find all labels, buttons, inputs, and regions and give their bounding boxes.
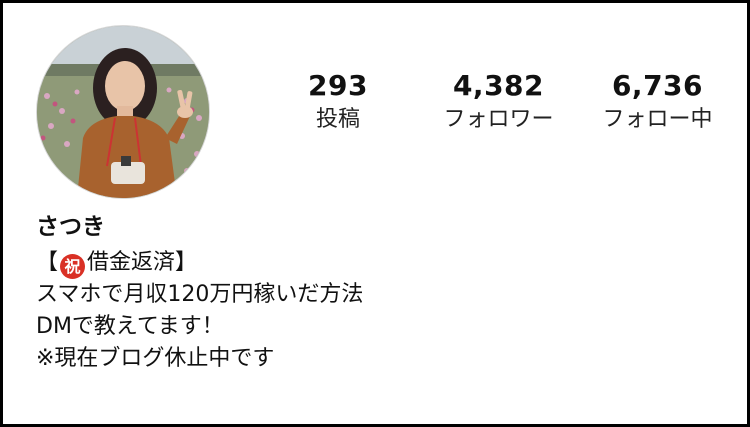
profile-photo-icon	[37, 26, 209, 198]
avatar[interactable]	[36, 25, 210, 199]
bio-line-2: スマホで月収120万円稼いだ方法	[36, 282, 364, 307]
celebrate-icon: 祝	[60, 254, 86, 279]
profile-bio: さつき 【祝借金返済】 スマホで月収120万円稼いだ方法 DMで教えてます！ ※…	[36, 211, 363, 375]
bio-line-1: 【祝借金返済】	[36, 247, 363, 279]
profile-name: さつき	[36, 214, 105, 240]
profile-card: 293 投稿 4,382 フォロワー 6,736 フォロー中 さつき 【祝借金返…	[0, 0, 750, 427]
posts-label: 投稿	[315, 107, 360, 132]
posts-stat[interactable]: 293 投稿	[288, 69, 388, 134]
followers-count: 4,382	[452, 69, 545, 102]
following-label: フォロー中	[602, 107, 713, 132]
bio-bracket-open: 【	[36, 250, 59, 275]
bio-line-3: DMで教えてます！	[36, 314, 224, 339]
followers-label: フォロワー	[443, 107, 554, 132]
bio-line-1-text: 借金返済】	[87, 250, 198, 275]
bio-line-4: ※現在ブログ休止中です	[36, 346, 275, 371]
followers-stat[interactable]: 4,382 フォロワー	[426, 69, 571, 134]
posts-count: 293	[308, 69, 368, 102]
following-count: 6,736	[611, 69, 704, 102]
following-stat[interactable]: 6,736 フォロー中	[585, 69, 730, 134]
